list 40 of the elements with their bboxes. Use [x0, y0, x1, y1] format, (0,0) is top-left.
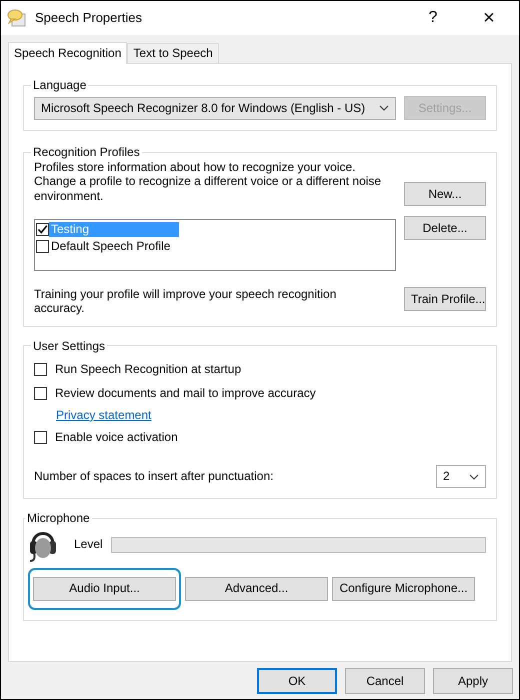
tab[interactable]: Speech Recognition	[8, 42, 128, 64]
dropdown-value: 2	[443, 469, 450, 484]
checkbox[interactable]	[36, 222, 49, 236]
training-note: Training your profile will improve your speech recognition accuracy.	[34, 286, 338, 316]
checkbox[interactable]	[34, 386, 47, 400]
speech-bubble-icon	[7, 9, 27, 27]
chevron-icon	[469, 474, 479, 480]
spaces-label: Number of spaces to insert after punctuation:	[34, 469, 274, 484]
cancel-button[interactable]: Cancel	[345, 668, 425, 694]
new-button[interactable]: New...	[404, 182, 486, 206]
profile-item[interactable]: Default Speech Profile	[49, 239, 172, 254]
delete-button[interactable]: Delete...	[404, 216, 486, 240]
level-label: Level	[74, 537, 103, 552]
group-label: Recognition Profiles	[32, 145, 141, 160]
ok-button[interactable]: OK	[257, 668, 337, 694]
spaces-dropdown[interactable]: 2	[436, 465, 486, 488]
checkbox-label[interactable]: Run Speech Recognition at startup	[55, 362, 242, 376]
checkbox-label[interactable]: Review documents and mail to improve accuracy	[55, 386, 316, 400]
group-label: Microphone	[26, 511, 91, 526]
checkbox-label[interactable]: Enable voice activation	[55, 430, 178, 444]
tab[interactable]: Text to Speech	[127, 43, 219, 63]
window-title: Speech Properties	[35, 10, 143, 26]
checkbox[interactable]	[34, 362, 47, 376]
train-profile-button[interactable]: Train Profile...	[404, 286, 486, 311]
configure-microphone-button[interactable]: Configure Microphone...	[332, 576, 475, 601]
language-dropdown[interactable]: Microsoft Speech Recognizer 8.0 for Windows (English - US)	[34, 96, 396, 120]
checkbox[interactable]	[34, 430, 47, 444]
privacy-link[interactable]: Privacy statement	[56, 408, 152, 422]
description-text: Profiles store information about how to recognize your voice. Change a profile to recognize a different voice or a different noise environment.	[34, 160, 382, 203]
dropdown-value: Microsoft Speech Recognizer 8.0 for Windows (English - US)	[41, 101, 366, 116]
apply-button[interactable]: Apply	[433, 668, 513, 694]
group-label: User Settings	[32, 338, 106, 354]
close-button[interactable]: ×	[469, 6, 509, 30]
profile-list[interactable]: Testing Default Speech Profile	[34, 218, 396, 271]
chevron-icon	[379, 105, 389, 112]
group-label: Language	[32, 78, 88, 92]
advanced-button[interactable]: Advanced...	[185, 576, 328, 601]
audio-input-button[interactable]: Audio Input...	[33, 576, 176, 601]
checkbox[interactable]	[36, 240, 49, 253]
help-button[interactable]: ?	[413, 8, 453, 28]
